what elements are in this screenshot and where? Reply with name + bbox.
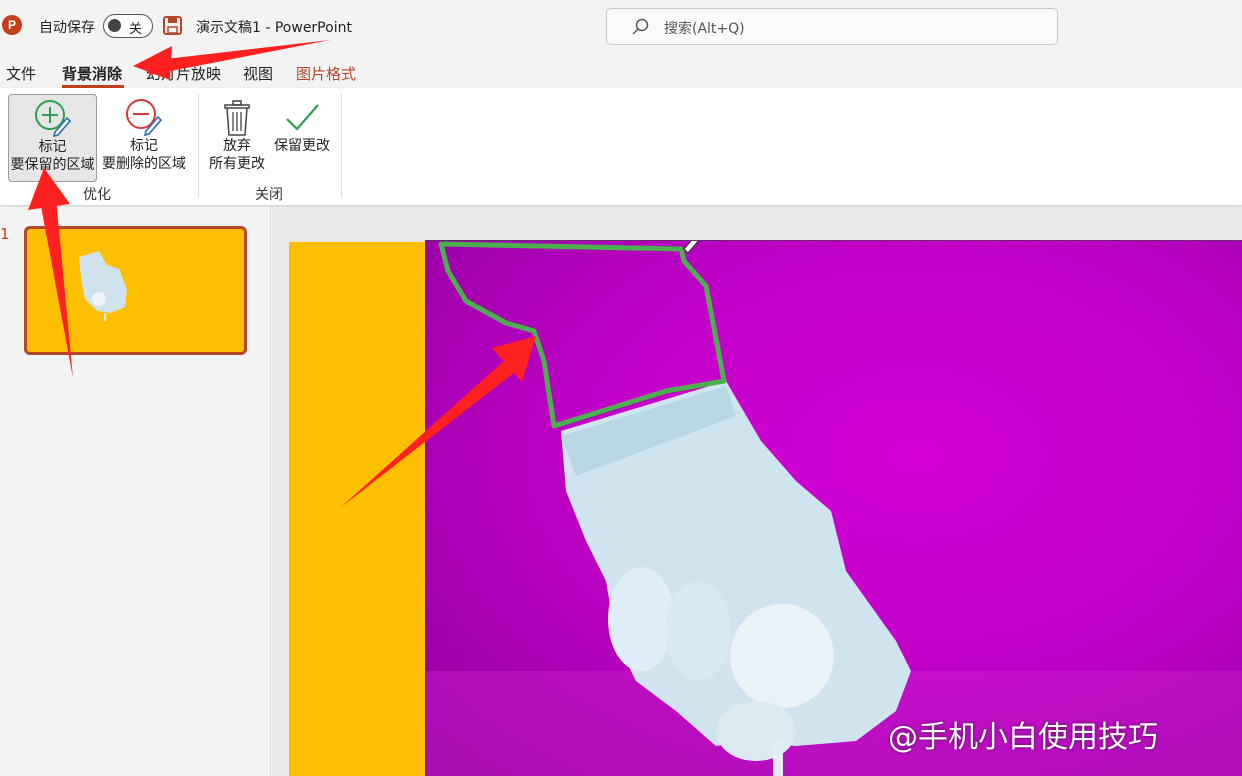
discard-line1: 放弃 xyxy=(223,138,251,154)
ribbon-tabs: 文件 背景消除 幻灯片放映 视图 图片格式 xyxy=(0,54,1242,88)
keep-changes-label: 保留更改 xyxy=(274,138,330,154)
golf-glove-image xyxy=(426,241,1242,776)
trash-icon xyxy=(224,100,250,136)
ribbon: 标记 要保留的区域 标记 要删除的区域 优化 放弃 所有更改 保留更改 关闭 xyxy=(0,88,1242,206)
mark-keep-line1: 标记 xyxy=(38,139,67,155)
mark-areas-to-keep-button[interactable]: 标记 要保留的区域 xyxy=(8,94,97,182)
tab-background-removal[interactable]: 背景消除 xyxy=(62,63,122,84)
search-input[interactable]: 搜索(Alt+Q) xyxy=(606,8,1058,45)
tab-file[interactable]: 文件 xyxy=(6,63,36,84)
discard-line2: 所有更改 xyxy=(209,156,265,172)
group-separator xyxy=(198,94,199,198)
mark-keep-line2: 要保留的区域 xyxy=(10,157,95,173)
mark-keep-icon xyxy=(34,100,71,138)
search-icon xyxy=(632,18,649,35)
glove-thumbnail-image xyxy=(79,251,127,321)
watermark-text: @手机小白使用技巧 xyxy=(888,720,1158,755)
group-label-close: 关闭 xyxy=(255,187,283,203)
mark-areas-to-remove-button[interactable]: 标记 要删除的区域 xyxy=(100,94,188,182)
toggle-knob xyxy=(108,19,121,32)
tab-view[interactable]: 视图 xyxy=(243,63,273,84)
mark-remove-line2: 要删除的区域 xyxy=(102,156,186,172)
mark-remove-line1: 标记 xyxy=(130,138,158,154)
slide-thumbnail-pane: 1 xyxy=(0,207,271,776)
slide-thumbnail[interactable] xyxy=(24,226,247,355)
mark-remove-icon xyxy=(126,99,163,137)
title-bar: P 自动保存 关 演示文稿1 - PowerPoint 搜索(Alt+Q) xyxy=(0,0,1242,54)
group-separator xyxy=(341,94,342,198)
picture-in-background-removal[interactable] xyxy=(425,240,1242,776)
tab-picture-format[interactable]: 图片格式 xyxy=(296,63,356,84)
autosave-label: 自动保存 xyxy=(39,20,95,36)
powerpoint-logo-icon: P xyxy=(2,15,22,35)
document-title: 演示文稿1 - PowerPoint xyxy=(196,20,352,36)
tab-slideshow[interactable]: 幻灯片放映 xyxy=(146,63,221,84)
autosave-toggle[interactable]: 关 xyxy=(103,14,153,38)
search-placeholder: 搜索(Alt+Q) xyxy=(664,21,745,37)
group-label-refine: 优化 xyxy=(83,187,111,203)
slide-number: 1 xyxy=(0,225,10,243)
save-icon[interactable] xyxy=(163,16,182,35)
keep-changes-button[interactable]: 保留更改 xyxy=(271,94,333,182)
autosave-state: 关 xyxy=(129,22,143,37)
checkmark-icon xyxy=(286,104,319,131)
discard-all-changes-button[interactable]: 放弃 所有更改 xyxy=(206,94,268,182)
